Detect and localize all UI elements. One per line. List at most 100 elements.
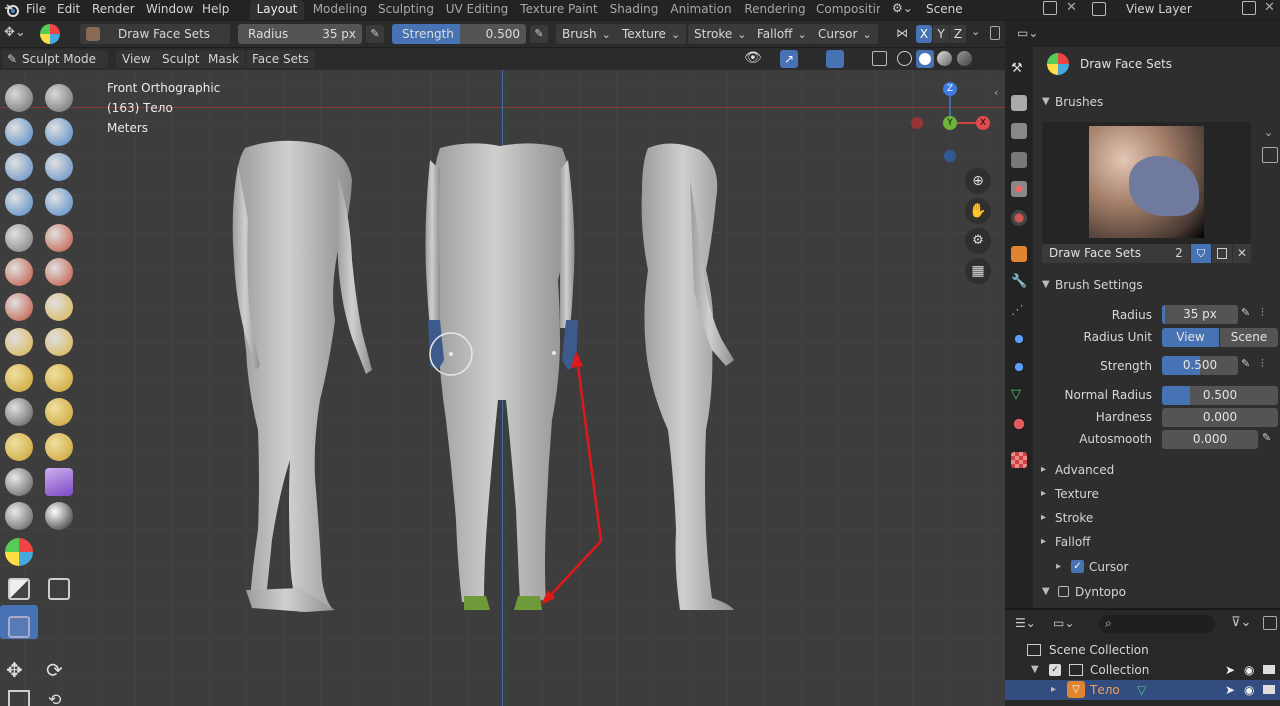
normal-radius-field[interactable]: 0.500 xyxy=(1162,386,1278,405)
visibility-icon[interactable]: 👁 xyxy=(744,50,762,66)
smooth-brush-icon[interactable] xyxy=(45,224,73,252)
autosmooth-field[interactable]: 0.000 xyxy=(1162,430,1258,449)
snake-hook-brush-icon[interactable] xyxy=(45,364,73,392)
grab-brush-icon[interactable] xyxy=(45,328,73,356)
brush-users-count[interactable]: 2 xyxy=(1168,244,1190,263)
brush-selector[interactable]: Draw Face Sets xyxy=(80,24,230,44)
menu-window[interactable]: Window xyxy=(146,0,193,20)
multiplane-scrape-brush-icon[interactable] xyxy=(45,293,73,321)
pose-brush-icon[interactable] xyxy=(45,398,73,426)
draw-brush-icon[interactable] xyxy=(5,84,33,112)
symmetry-icon[interactable]: ⋈ xyxy=(896,26,908,40)
crease-brush-icon[interactable] xyxy=(5,224,33,252)
menu-edit[interactable]: Edit xyxy=(57,0,80,20)
box-mask-icon[interactable] xyxy=(8,578,30,600)
radius-unit-view-button[interactable]: View xyxy=(1162,328,1219,347)
gizmo-z-axis[interactable]: Z xyxy=(943,82,957,96)
gizmo-toggle-icon[interactable]: ↗ xyxy=(780,50,798,68)
physics-tab-icon[interactable] xyxy=(1011,331,1027,347)
modifier-tab-icon[interactable]: 🔧 xyxy=(1011,274,1027,290)
clay-brush-icon[interactable] xyxy=(5,118,33,146)
blender-logo-icon[interactable] xyxy=(4,2,20,18)
scene-selector[interactable]: ⚙⌄ Scene xyxy=(888,0,1038,20)
rendered-shading-icon[interactable] xyxy=(957,51,972,66)
autosmooth-pressure-icon[interactable]: ✎ xyxy=(1262,431,1271,444)
tab-layout[interactable]: Layout xyxy=(250,0,304,20)
collection-render-icon[interactable] xyxy=(1263,665,1275,674)
menu-face-sets[interactable]: Face Sets xyxy=(246,50,315,68)
cursor-dropdown[interactable]: Cursor xyxy=(812,24,878,44)
strength-prop-pressure-icon[interactable]: ✎ xyxy=(1241,357,1250,370)
view-layer-tab-icon[interactable] xyxy=(1011,152,1027,168)
symmetry-options-icon[interactable]: ⌄ xyxy=(971,25,980,38)
overlay-toggle-icon[interactable] xyxy=(826,50,844,68)
new-scene-icon[interactable] xyxy=(1043,1,1057,15)
axis-y-toggle[interactable]: Y xyxy=(933,25,949,43)
object-render-icon[interactable] xyxy=(1263,685,1275,694)
axis-z-toggle[interactable]: Z xyxy=(950,25,966,43)
box-face-set-icon[interactable] xyxy=(8,616,30,638)
outliner-editor-icon[interactable]: ☰⌄ xyxy=(1015,616,1036,630)
gizmo-x-axis[interactable]: X xyxy=(976,116,990,130)
scrape-brush-icon[interactable] xyxy=(5,293,33,321)
tab-uv-editing[interactable]: UV Editing xyxy=(444,0,510,20)
zoom-icon[interactable]: ⊕ xyxy=(965,168,991,194)
render-tab-icon[interactable] xyxy=(1011,95,1027,111)
transform-tool-icon[interactable]: ⟲ xyxy=(48,690,61,706)
delete-view-layer-icon[interactable]: ✕ xyxy=(1264,0,1275,15)
menu-view[interactable]: View xyxy=(116,50,157,68)
strength-pressure-icon[interactable]: ✎ xyxy=(530,25,548,43)
brushes-panel-header[interactable]: ▼ Brushes xyxy=(1040,95,1278,113)
clay-thumb-brush-icon[interactable] xyxy=(5,153,33,181)
radius-unit-scene-button[interactable]: Scene xyxy=(1220,328,1278,347)
view-layer-selector[interactable]: View Layer xyxy=(1090,0,1240,20)
strength-field[interactable]: Strength 0.500 xyxy=(392,24,526,44)
menu-help[interactable]: Help xyxy=(202,0,229,20)
cursor-checkbox[interactable]: ✓ xyxy=(1071,560,1084,573)
tab-animation[interactable]: Animation xyxy=(668,0,734,20)
tab-shading[interactable]: Shading xyxy=(607,0,661,20)
tab-texture-paint[interactable]: Texture Paint xyxy=(518,0,600,20)
fill-brush-icon[interactable] xyxy=(45,258,73,286)
data-tab-icon[interactable]: ▽ xyxy=(1011,387,1027,403)
radius-pressure-icon[interactable]: ✎ xyxy=(366,25,384,43)
display-mode-icon[interactable]: ▭⌄ xyxy=(1053,616,1074,630)
tool-tab-icon[interactable]: ⚒ xyxy=(1011,61,1027,77)
world-tab-icon[interactable] xyxy=(1011,210,1027,226)
falloff-subpanel[interactable]: Falloff xyxy=(1041,535,1091,549)
layer-brush-icon[interactable] xyxy=(45,153,73,181)
output-tab-icon[interactable] xyxy=(1011,123,1027,139)
rotate-brush-icon[interactable] xyxy=(45,433,73,461)
material-tab-icon[interactable] xyxy=(1011,416,1027,432)
new-view-layer-icon[interactable] xyxy=(1242,1,1256,15)
brush-dropdown[interactable]: Brush xyxy=(556,24,617,44)
mode-selector[interactable]: ✎ Sculpt Mode xyxy=(2,50,108,68)
nudge-brush-icon[interactable] xyxy=(5,433,33,461)
scene-tab-icon[interactable] xyxy=(1011,181,1027,197)
xray-icon[interactable] xyxy=(872,51,887,66)
menu-render[interactable]: Render xyxy=(92,0,135,20)
advanced-subpanel[interactable]: Advanced xyxy=(1041,463,1114,477)
menu-mask[interactable]: Mask xyxy=(202,50,245,68)
gizmo-neg-z[interactable] xyxy=(944,150,956,162)
new-collection-icon[interactable] xyxy=(1263,616,1277,630)
blob-brush-icon[interactable] xyxy=(45,188,73,216)
brush-preview-dropdown-icon[interactable]: ⌄ xyxy=(1264,126,1273,139)
brush-preview-box[interactable] xyxy=(1042,122,1251,244)
elastic-deform-brush-icon[interactable] xyxy=(5,364,33,392)
simplify-brush-icon[interactable] xyxy=(5,502,33,530)
clay-strips-brush-icon[interactable] xyxy=(45,118,73,146)
outliner-search-input[interactable]: ⌕ xyxy=(1099,615,1215,633)
slide-relax-brush-icon[interactable] xyxy=(5,468,33,496)
solid-shading-icon[interactable] xyxy=(916,50,934,68)
texture-subpanel[interactable]: Texture xyxy=(1041,487,1099,501)
sidebar-toggle-icon[interactable]: ‹ xyxy=(994,86,998,99)
unlink-brush-icon[interactable]: ✕ xyxy=(1233,244,1251,263)
outliner-row-object[interactable]: ▸ ▽ Тело ▽ ➤ ◉ xyxy=(1005,680,1280,700)
hardness-field[interactable]: 0.000 xyxy=(1162,408,1278,427)
dyntopo-checkbox[interactable] xyxy=(1058,586,1069,597)
wireframe-shading-icon[interactable] xyxy=(897,51,912,66)
cursor-subpanel-label[interactable]: Cursor xyxy=(1089,560,1128,574)
grid-view-icon[interactable]: ▦ xyxy=(965,258,991,284)
brush-preview-image-icon[interactable] xyxy=(1262,147,1278,163)
